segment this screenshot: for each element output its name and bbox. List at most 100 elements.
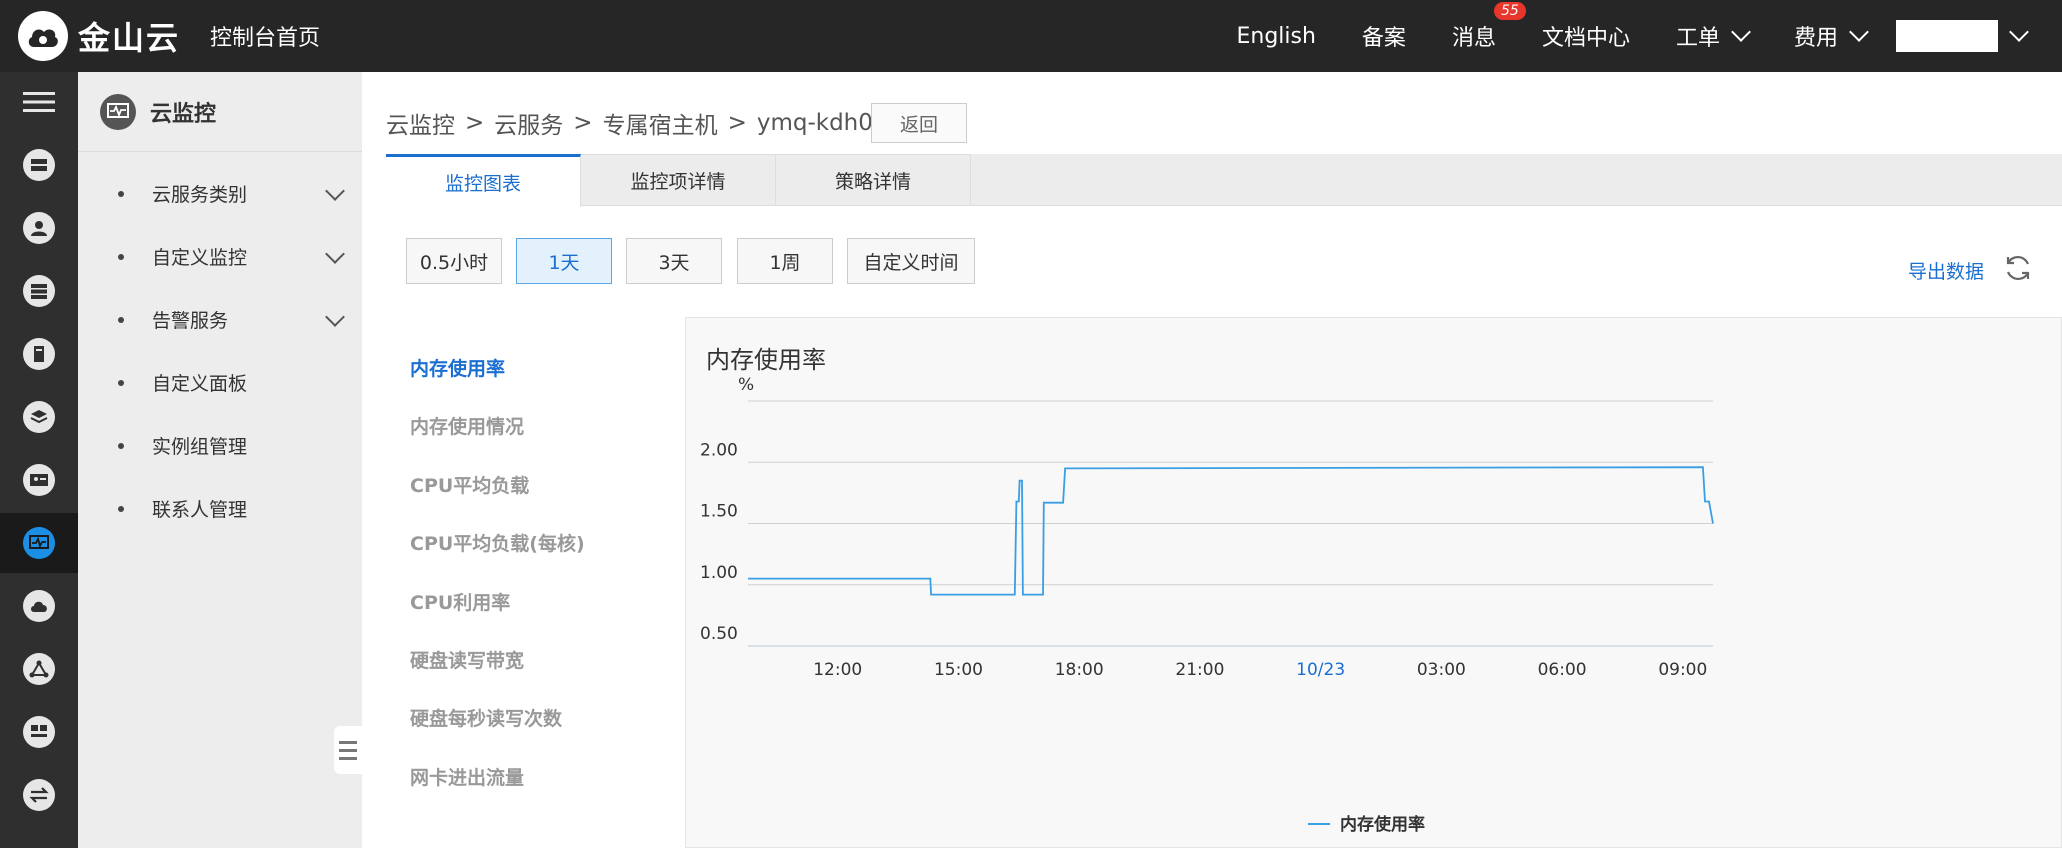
- docs-link[interactable]: 文档中心: [1542, 20, 1630, 52]
- messages-link[interactable]: 消息 55: [1451, 2, 1526, 52]
- rail-item-network[interactable]: [0, 639, 78, 699]
- tab-monitor-item-details[interactable]: 监控项详情: [581, 154, 776, 206]
- user-name-box: [1896, 20, 1998, 52]
- logo[interactable]: 金山云: [18, 10, 180, 62]
- bullet: [118, 253, 124, 260]
- cloud-user-icon: [23, 212, 55, 244]
- rail-item-server[interactable]: [0, 135, 78, 195]
- tickets-menu[interactable]: 工单: [1676, 20, 1751, 52]
- rail-item-id-card[interactable]: [0, 450, 78, 510]
- rail-menu-toggle[interactable]: [0, 72, 78, 132]
- user-menu[interactable]: [1866, 20, 2029, 52]
- billing-menu[interactable]: 费用: [1793, 20, 1869, 52]
- sidebar-item-label: 联系人管理: [152, 499, 248, 521]
- chevron-down-icon[interactable]: [325, 244, 345, 264]
- sidebar-item-label: 实例组管理: [152, 436, 248, 458]
- y-tick-label: 1.50: [700, 502, 738, 522]
- sidebar-item-service-types[interactable]: 云服务类别: [78, 162, 362, 225]
- rail-item-cloud-user[interactable]: [0, 198, 78, 258]
- collapse-icon: [339, 740, 357, 744]
- icon-rail: [0, 72, 78, 848]
- tab-policy-details[interactable]: 策略详情: [776, 154, 971, 206]
- metric-item-cpu-utilization[interactable]: CPU利用率: [410, 588, 510, 615]
- time-range-3d-button[interactable]: 3天: [626, 238, 722, 284]
- x-tick-label: 03:00: [1417, 660, 1466, 680]
- filing-link[interactable]: 备案: [1362, 20, 1406, 52]
- breadcrumb-item[interactable]: 云服务: [494, 106, 563, 140]
- rail-item-host[interactable]: [0, 702, 78, 762]
- collapse-icon: [339, 748, 357, 752]
- time-range-custom-button[interactable]: 自定义时间: [847, 238, 975, 284]
- database-icon: [23, 275, 55, 307]
- bullet: [118, 190, 124, 197]
- legend-label: 内存使用率: [1340, 814, 1425, 835]
- back-button[interactable]: 返回: [871, 103, 967, 143]
- sidebar-item-label: 自定义监控: [152, 247, 248, 269]
- time-range-1w-button[interactable]: 1周: [737, 238, 833, 284]
- transfer-icon: [23, 779, 55, 811]
- server-icon: [23, 149, 55, 181]
- monitor-icon: [23, 527, 55, 559]
- logo-text: 金山云: [78, 19, 181, 57]
- chevron-down-icon: [2009, 22, 2029, 42]
- metric-item-cpu-avg-load-per-core[interactable]: CPU平均负载(每核): [410, 529, 585, 556]
- rail-item-cloud-refresh[interactable]: [0, 576, 78, 636]
- rail-item-database[interactable]: [0, 261, 78, 321]
- main-content: 云监控 > 云服务 > 专属宿主机 > ymq-kdh001 返回 监控图表 监…: [362, 72, 2062, 848]
- y-tick-label: 1.00: [700, 563, 738, 583]
- sidebar-item-custom-panel[interactable]: 自定义面板: [78, 351, 362, 414]
- time-range-1d-button[interactable]: 1天: [516, 238, 612, 284]
- chevron-down-icon[interactable]: [325, 181, 345, 201]
- messages-label: 消息: [1451, 26, 1496, 51]
- rail-item-transfer[interactable]: [0, 765, 78, 825]
- refresh-icon[interactable]: [2002, 252, 2034, 284]
- network-icon: [23, 653, 55, 685]
- sidebar-item-custom-monitor[interactable]: 自定义监控: [78, 225, 362, 288]
- sidebar-item-alarm-service[interactable]: 告警服务: [78, 288, 362, 351]
- x-tick-label: 09:00: [1658, 660, 1707, 680]
- sidebar-item-label: 自定义面板: [152, 373, 248, 395]
- breadcrumb-item[interactable]: 专属宿主机: [603, 106, 718, 140]
- metric-item-memory-usage-rate[interactable]: 内存使用率: [410, 354, 505, 381]
- bullet: [118, 505, 124, 512]
- storage-icon: [23, 338, 55, 370]
- billing-label: 费用: [1793, 26, 1838, 51]
- sidebar-item-instance-groups[interactable]: 实例组管理: [78, 414, 362, 477]
- monitor-sidebar: 云监控 云服务类别 自定义监控 告警服务 自定义面板 实例组管理 联系人管理: [78, 72, 362, 848]
- rail-item-layers[interactable]: [0, 387, 78, 447]
- time-range-0-5h-button[interactable]: 0.5小时: [406, 238, 502, 284]
- rail-item-monitor[interactable]: [0, 513, 78, 573]
- english-link[interactable]: English: [1236, 24, 1315, 49]
- menu-icon: [23, 92, 55, 112]
- y-tick-label: 2.00: [700, 440, 738, 460]
- console-home-link[interactable]: 控制台首页: [210, 20, 320, 52]
- metric-item-disk-iops[interactable]: 硬盘每秒读写次数: [410, 704, 562, 731]
- collapse-icon: [339, 756, 357, 760]
- cloud-refresh-icon: [23, 590, 55, 622]
- host-icon: [23, 716, 55, 748]
- tab-monitor-charts[interactable]: 监控图表: [386, 154, 581, 207]
- messages-badge: 55: [1493, 2, 1526, 20]
- top-bar: 金山云 控制台首页 English 备案 消息 55 文档中心 工单 费用: [0, 0, 2062, 72]
- sidebar-item-label: 云服务类别: [152, 184, 248, 206]
- metric-item-nic-traffic[interactable]: 网卡进出流量: [410, 763, 524, 790]
- id-card-icon: [23, 464, 55, 496]
- sidebar-collapse-handle[interactable]: [334, 726, 362, 774]
- memory-usage-series-line: [748, 466, 1714, 596]
- chevron-down-icon[interactable]: [325, 307, 345, 327]
- export-data-link[interactable]: 导出数据: [1908, 257, 1984, 284]
- monitor-icon: [100, 93, 136, 130]
- chevron-down-icon: [1731, 22, 1751, 42]
- metric-item-disk-bandwidth[interactable]: 硬盘读写带宽: [410, 646, 524, 673]
- metric-item-memory-usage[interactable]: 内存使用情况: [410, 412, 524, 439]
- x-tick-label: 10/23: [1296, 660, 1345, 680]
- x-tick-label: 12:00: [813, 660, 862, 680]
- rail-item-storage[interactable]: [0, 324, 78, 384]
- sidebar-title: 云监控: [150, 101, 217, 127]
- breadcrumb-item[interactable]: 云监控: [386, 106, 455, 140]
- metric-item-cpu-avg-load[interactable]: CPU平均负载: [410, 471, 529, 498]
- breadcrumb-separator: >: [465, 110, 485, 136]
- sidebar-item-contacts[interactable]: 联系人管理: [78, 477, 362, 540]
- memory-usage-chart[interactable]: % 2.00 1.50 1.00 0.50 12:00 15:00 18:00 21:00 10/…: [686, 318, 2062, 849]
- x-tick-label: 18:00: [1055, 660, 1104, 680]
